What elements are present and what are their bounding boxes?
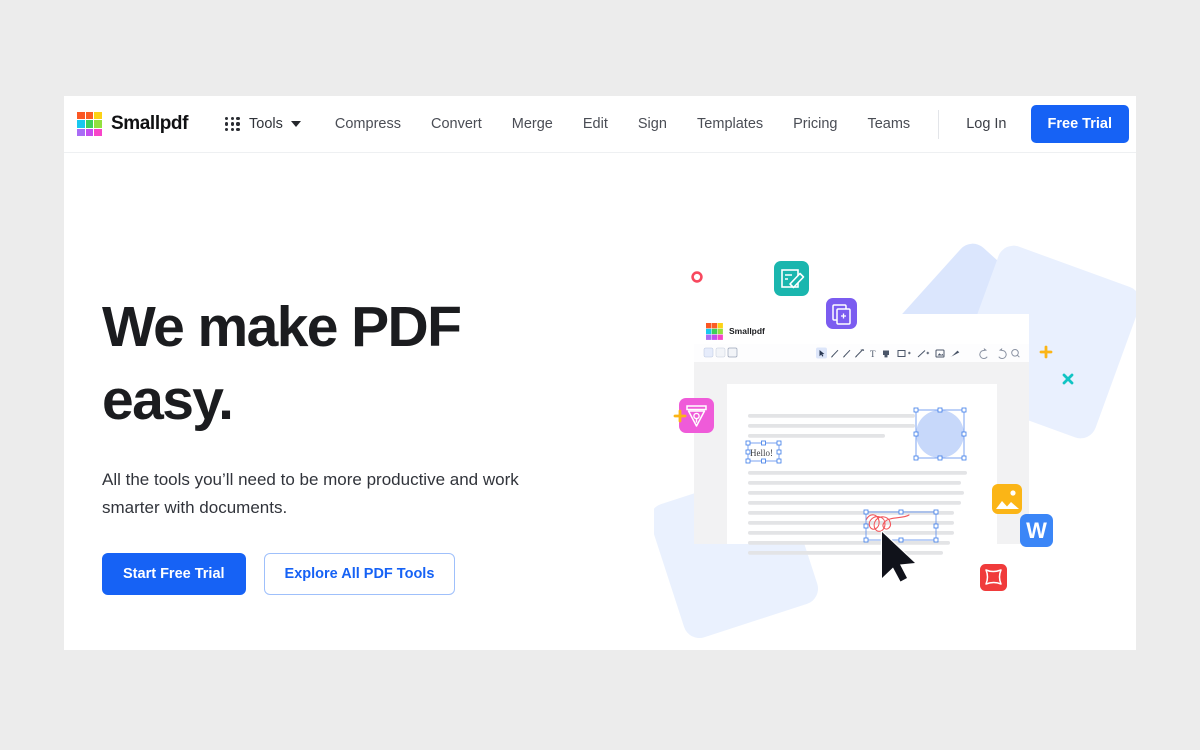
svg-text:T: T [870, 349, 876, 359]
login-link[interactable]: Log In [966, 116, 1006, 132]
nav-item-merge[interactable]: Merge [512, 116, 553, 132]
chevron-down-icon [290, 121, 301, 127]
hello-annotation-text: Hello! [750, 448, 773, 458]
window-toolbar: T [694, 344, 1029, 362]
explore-pdf-tools-button[interactable]: Explore All PDF Tools [263, 553, 456, 595]
nav-item-edit[interactable]: Edit [583, 116, 608, 132]
smallpdf-logo-grid-icon [77, 111, 102, 137]
hero-title-line-2: easy. [102, 367, 234, 432]
nav-divider [938, 109, 940, 139]
nav-item-compress[interactable]: Compress [335, 116, 401, 132]
hero-content: We make PDF easy. All the tools you’ll n… [102, 291, 622, 595]
confetti-circle-red [691, 271, 703, 283]
apps-grid-icon [225, 116, 240, 132]
page-title: We make PDF easy. [102, 291, 622, 437]
hero-subtitle: All the tools you’ll need to be more pro… [102, 469, 519, 518]
nav-item-convert[interactable]: Convert [431, 116, 482, 132]
edit-document-badge[interactable] [774, 261, 809, 296]
crop-badge[interactable] [980, 564, 1007, 591]
nav-item-teams[interactable]: Teams [867, 116, 910, 132]
nav-item-templates[interactable]: Templates [697, 116, 763, 132]
nav-item-sign[interactable]: Sign [638, 116, 667, 132]
image-photo-badge[interactable] [992, 484, 1022, 514]
page-frame: Smallpdf Tools Compress Convert Merge Ed… [64, 96, 1136, 650]
window-title: Smallpdf [729, 326, 765, 336]
tools-menu-button[interactable]: Tools [221, 112, 305, 136]
free-trial-button[interactable]: Free Trial [1030, 105, 1129, 143]
word-doc-badge[interactable]: W [1020, 514, 1053, 547]
primary-nav: Tools Compress Convert Merge Edit Sign [221, 112, 667, 136]
illustration-svg: Smallpdf T Hello! W [654, 243, 1136, 639]
hero-title-line-1: We make PDF [102, 295, 462, 359]
window-logo-icon [706, 323, 723, 340]
nav-item-pricing[interactable]: Pricing [793, 116, 837, 132]
tools-label: Tools [249, 116, 283, 132]
brand-logo[interactable]: Smallpdf [77, 111, 189, 137]
app-window: Smallpdf T Hello! [694, 314, 1029, 555]
word-badge-letter: W [1026, 518, 1047, 543]
start-free-trial-button[interactable]: Start Free Trial [102, 553, 246, 595]
duplicate-pages-badge[interactable] [826, 298, 857, 329]
hero-illustration: Smallpdf T Hello! W [654, 226, 1136, 646]
brand-name: Smallpdf [111, 113, 189, 134]
hero-buttons: Start Free Trial Explore All PDF Tools [102, 553, 622, 595]
site-header: Smallpdf Tools Compress Convert Merge Ed… [64, 96, 1136, 153]
secondary-nav: Templates Pricing Teams Log In Free Tria… [697, 105, 1129, 143]
